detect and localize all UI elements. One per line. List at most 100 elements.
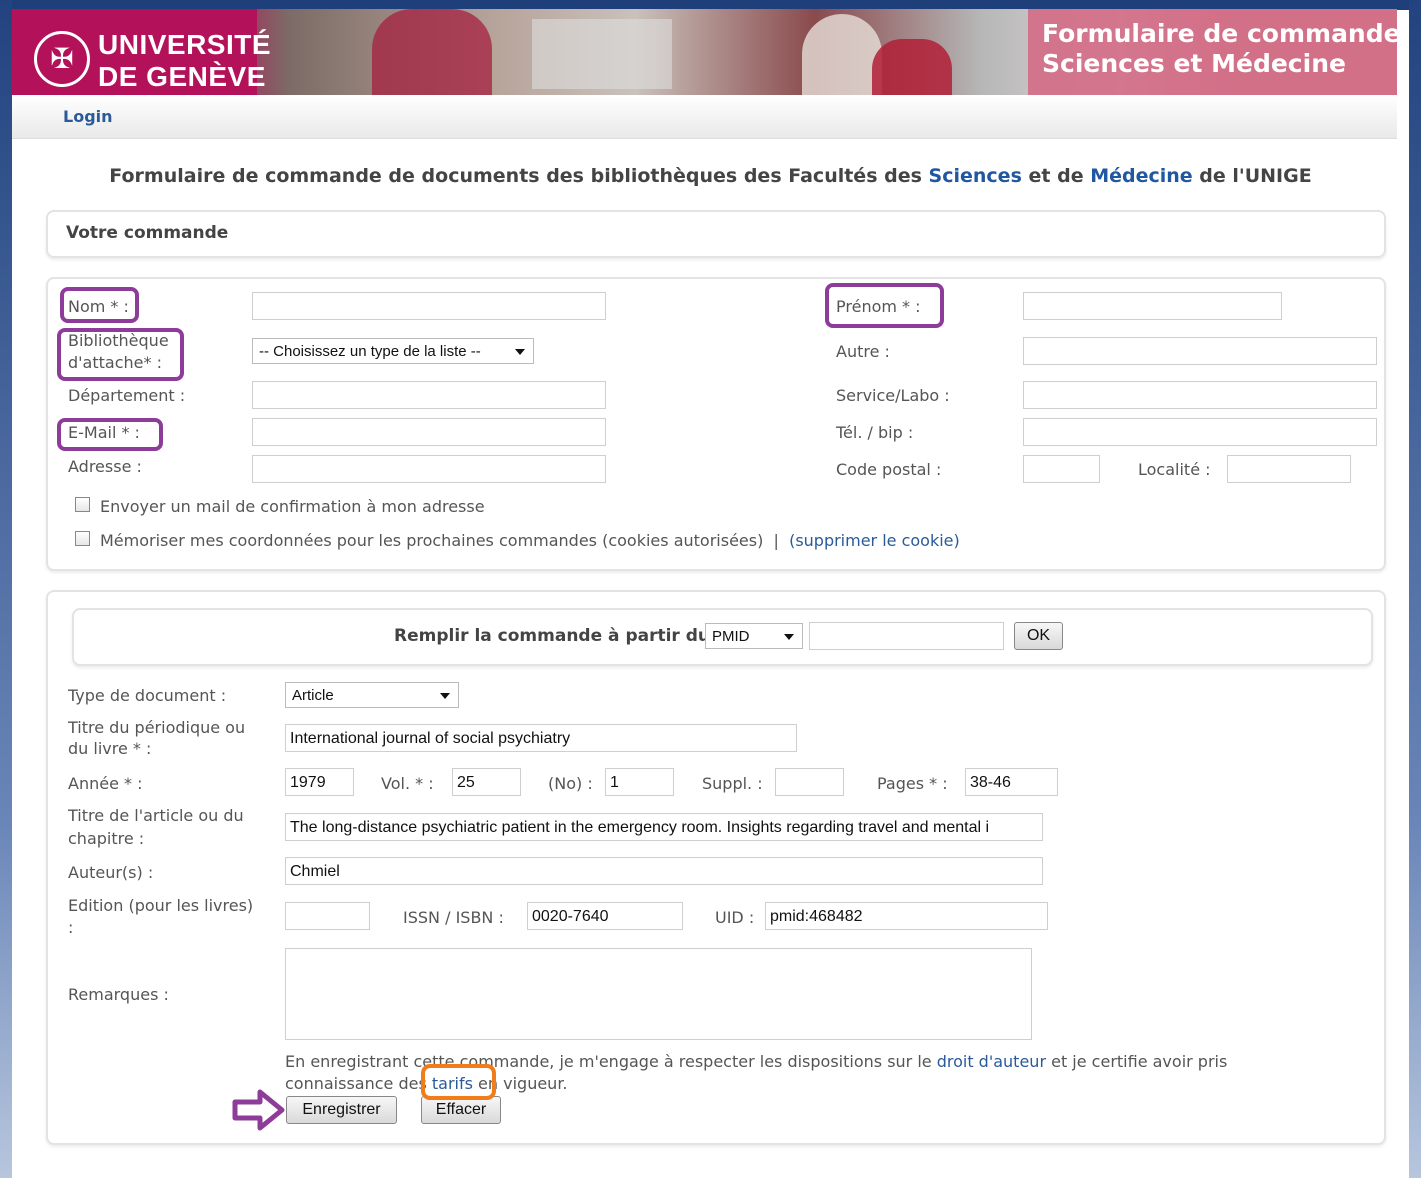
type-label: Type de document : [68, 686, 227, 705]
bibliotheque-label-2: d'attache* : [68, 353, 162, 372]
remember-text: Mémoriser mes coordonnées pour les proch… [100, 531, 764, 550]
ok-button[interactable]: OK [1014, 622, 1063, 650]
chevron-down-icon [784, 634, 794, 640]
nom-input[interactable] [252, 292, 606, 320]
uid-label: UID : [715, 908, 755, 927]
chevron-down-icon [515, 349, 525, 355]
adresse-label: Adresse : [68, 457, 142, 476]
autre-input[interactable] [1023, 337, 1377, 365]
periodique-label-2: du livre * : [68, 739, 152, 758]
banner-title-line-1: Formulaire de commande [1042, 19, 1397, 48]
localite-input[interactable] [1227, 455, 1351, 483]
article-label-2: chapitre : [68, 829, 145, 848]
droit-auteur-link[interactable]: droit d'auteur [937, 1052, 1046, 1071]
autre-label: Autre : [836, 342, 890, 361]
prenom-input[interactable] [1023, 292, 1282, 320]
banner-photo [802, 14, 882, 95]
page-title: Formulaire de commande de documents des … [0, 165, 1421, 187]
banner-photo [872, 39, 952, 95]
arrow-right-icon [232, 1089, 285, 1131]
email-label: E-Mail * : [68, 423, 140, 442]
banner-photo [372, 9, 492, 95]
banner-title-line-2: Sciences et Médecine [1042, 49, 1346, 78]
order-heading: Votre commande [66, 223, 229, 243]
page-title-text: de l'UNIGE [1192, 165, 1312, 187]
code-postal-input[interactable] [1023, 455, 1100, 483]
prefill-label: Remplir la commande à partir du [394, 626, 710, 646]
separator: | [773, 531, 779, 550]
page-title-text: et de [1021, 165, 1091, 187]
suppl-label: Suppl. : [702, 774, 763, 793]
chevron-down-icon [440, 693, 450, 699]
delete-cookie-link[interactable]: supprimer le cookie [795, 531, 953, 550]
notice-text: et je certifie avoir pris [1046, 1052, 1228, 1071]
issn-input[interactable]: 0020-7640 [527, 902, 683, 930]
no-label: (No) : [548, 774, 593, 793]
email-input[interactable] [252, 418, 606, 446]
tarifs-link[interactable]: tarifs [432, 1074, 473, 1093]
auteur-input[interactable]: Chmiel [285, 857, 1043, 885]
uid-input[interactable]: pmid:468482 [765, 902, 1048, 930]
tel-label: Tél. / bip : [836, 423, 914, 442]
periodique-label-1: Titre du périodique ou [68, 718, 246, 737]
university-logo[interactable]: ✠ UNIVERSITÉ DE GENÈVE [12, 9, 271, 95]
vol-input[interactable]: 25 [452, 768, 521, 796]
order-heading-panel: Votre commande [46, 210, 1386, 258]
logo-line-2: DE GENÈVE [98, 61, 266, 92]
banner-title: Formulaire de commande Sciences et Médec… [1028, 9, 1397, 95]
save-button[interactable]: Enregistrer [286, 1096, 397, 1124]
type-select[interactable]: Article [285, 682, 459, 708]
edition-label-1: Edition (pour les livres) [68, 896, 254, 915]
vol-label: Vol. * : [381, 774, 434, 793]
article-label-1: Titre de l'article ou du [68, 806, 244, 825]
prefill-id-input[interactable] [809, 622, 1004, 650]
pages-input[interactable]: 38-46 [965, 768, 1058, 796]
confirm-mail-checkbox[interactable] [75, 497, 90, 512]
departement-label: Département : [68, 386, 186, 405]
suppl-input[interactable] [775, 768, 844, 796]
nom-label: Nom * : [68, 297, 129, 316]
code-postal-label: Code postal : [836, 460, 942, 479]
bibliotheque-select-value: -- Choisissez un type de la liste -- [259, 343, 481, 360]
service-input[interactable] [1023, 381, 1377, 409]
logo-text: UNIVERSITÉ DE GENÈVE [98, 29, 271, 93]
no-input[interactable]: 1 [605, 768, 674, 796]
clear-button[interactable]: Effacer [421, 1096, 501, 1124]
issn-label: ISSN / ISBN : [403, 908, 504, 927]
notice-line-2: connaissance des tarifs en vigueur. [285, 1074, 568, 1094]
localite-label: Localité : [1138, 460, 1211, 479]
remember-label: Mémoriser mes coordonnées pour les proch… [100, 531, 960, 551]
edition-label-2: : [68, 918, 74, 937]
notice-text: en vigueur. [472, 1074, 568, 1093]
type-select-value: Article [292, 687, 334, 704]
article-title-input[interactable]: The long-distance psychiatric patient in… [285, 813, 1043, 841]
cookie-paren: ) [953, 531, 960, 550]
notice-text: En enregistrant cette commande, je m'eng… [285, 1052, 937, 1071]
bibliotheque-select[interactable]: -- Choisissez un type de la liste -- [252, 338, 534, 364]
tel-input[interactable] [1023, 418, 1377, 446]
annee-label: Année * : [68, 774, 143, 793]
service-label: Service/Labo : [836, 386, 950, 405]
departement-input[interactable] [252, 381, 606, 409]
remember-checkbox[interactable] [75, 531, 90, 546]
page-title-text: Formulaire de commande de documents des … [109, 165, 929, 187]
page-title-sciences: Sciences [928, 165, 1022, 187]
login-link[interactable]: Login [63, 107, 113, 126]
remarques-textarea[interactable] [285, 948, 1032, 1040]
login-bar: Login [12, 95, 1397, 139]
header-banner: ✠ UNIVERSITÉ DE GENÈVE Formulaire de com… [12, 9, 1397, 95]
prefill-source-value: PMID [712, 628, 750, 645]
pages-label: Pages * : [877, 774, 948, 793]
annee-input[interactable]: 1979 [285, 768, 354, 796]
edition-input[interactable] [285, 902, 370, 930]
periodique-input[interactable]: International journal of social psychiat… [285, 724, 797, 752]
notice-text: connaissance des [285, 1074, 432, 1093]
prenom-label: Prénom * : [836, 297, 921, 316]
logo-line-1: UNIVERSITÉ [98, 29, 272, 60]
adresse-input[interactable] [252, 455, 606, 483]
university-seal-icon: ✠ [34, 31, 90, 87]
notice-line-1: En enregistrant cette commande, je m'eng… [285, 1052, 1227, 1072]
confirm-mail-label: Envoyer un mail de confirmation à mon ad… [100, 497, 485, 516]
prefill-source-select[interactable]: PMID [705, 623, 803, 649]
banner-photo [532, 19, 672, 89]
